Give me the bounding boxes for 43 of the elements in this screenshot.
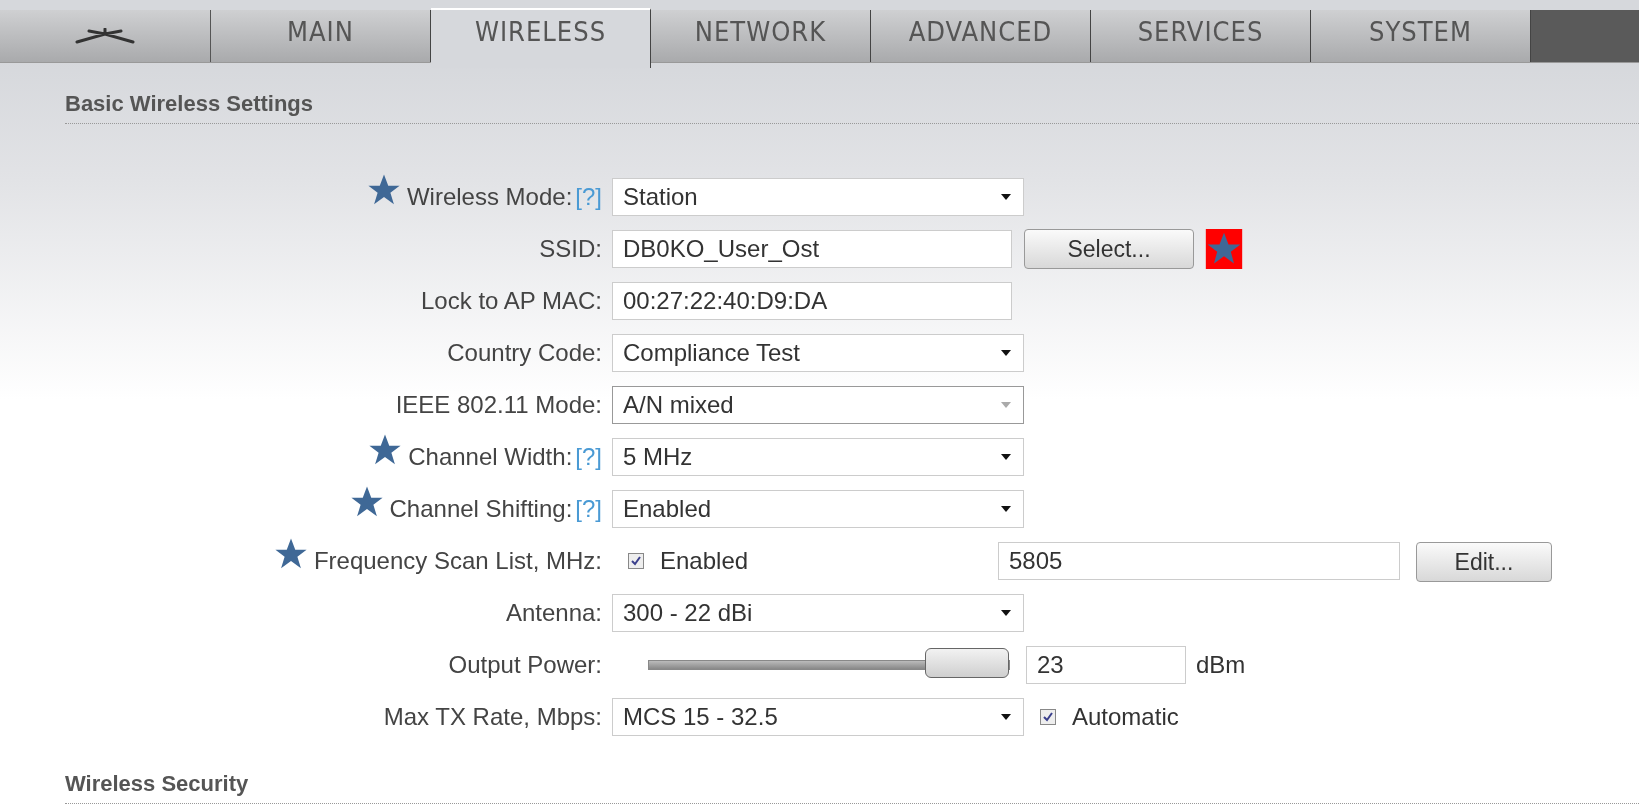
- edit-button[interactable]: Edit...: [1416, 542, 1552, 582]
- dropdown[interactable]: 5 MHz: [612, 438, 1024, 476]
- dropdown[interactable]: MCS 15 - 32.5: [612, 698, 1024, 736]
- field-label: Antenna:: [505, 599, 602, 627]
- caret-icon: [1001, 454, 1011, 460]
- caret-icon: [1001, 194, 1011, 200]
- nav-tab[interactable]: WIRELESS: [431, 8, 651, 68]
- caret-icon: [1001, 506, 1011, 512]
- dropdown[interactable]: Enabled: [612, 490, 1024, 528]
- nav-tab[interactable]: ADVANCED: [871, 10, 1091, 62]
- field-label: Channel Width:: [408, 443, 573, 471]
- slider-thumb[interactable]: [925, 648, 1009, 678]
- unit-label: dBm: [1196, 651, 1246, 679]
- field-label: Wireless Mode:: [406, 183, 573, 211]
- checkbox[interactable]: [1040, 709, 1056, 725]
- checkbox-label: Enabled: [660, 547, 750, 575]
- nav-tab[interactable]: NETWORK: [651, 10, 871, 62]
- number-field[interactable]: 23: [1026, 646, 1186, 684]
- section-title: Basic Wireless Settings: [65, 63, 1639, 124]
- field-label: Max TX Rate, Mbps:: [383, 703, 602, 731]
- field-label: IEEE 802.11 Mode:: [395, 391, 602, 419]
- dropdown[interactable]: Station: [612, 178, 1024, 216]
- checkbox[interactable]: [628, 553, 644, 569]
- caret-icon: [1001, 350, 1011, 356]
- dropdown[interactable]: 300 - 22 dBi: [612, 594, 1024, 632]
- select-button[interactable]: Select...: [1024, 229, 1194, 269]
- text-field[interactable]: 00:27:22:40:D9:DA: [612, 282, 1012, 320]
- caret-icon: [1001, 402, 1011, 408]
- section-title: Wireless Security: [65, 743, 1639, 804]
- field-label: SSID:: [539, 235, 602, 263]
- dropdown[interactable]: Compliance Test: [612, 334, 1024, 372]
- field-label: Channel Shifting:: [389, 495, 573, 523]
- logo-icon: [75, 28, 135, 44]
- caret-icon: [1001, 714, 1011, 720]
- field-label: Output Power:: [448, 651, 602, 679]
- caret-icon: [1001, 610, 1011, 616]
- text-field[interactable]: 5805: [998, 542, 1400, 580]
- field-label: Country Code:: [447, 339, 602, 367]
- nav-tab[interactable]: SERVICES: [1091, 10, 1311, 62]
- field-label: Frequency Scan List, MHz:: [313, 547, 602, 575]
- text-field[interactable]: DB0KO_User_Ost: [612, 230, 1012, 268]
- checkbox-label: Automatic: [1072, 703, 1179, 731]
- field-label: Lock to AP MAC:: [421, 287, 602, 315]
